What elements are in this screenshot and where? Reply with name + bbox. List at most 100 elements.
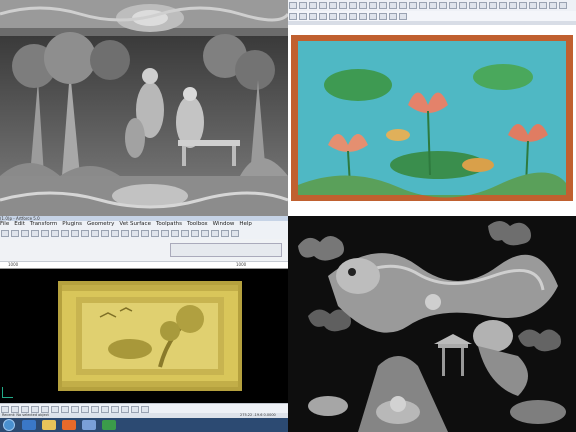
tool-icon[interactable] — [399, 2, 407, 9]
tool-icon[interactable] — [519, 2, 527, 9]
tool-icon[interactable] — [339, 2, 347, 9]
tool-icon[interactable] — [91, 230, 99, 237]
menu-window[interactable]: Window — [213, 221, 235, 227]
tool-icon[interactable] — [161, 230, 169, 237]
tool-icon[interactable] — [379, 13, 387, 20]
tool-icon[interactable] — [299, 13, 307, 20]
menu-help[interactable]: Help — [239, 221, 252, 227]
axis-indicator — [2, 387, 13, 398]
circle-icon[interactable] — [309, 2, 317, 9]
tool-icon[interactable] — [369, 13, 377, 20]
artcam-viewport[interactable] — [0, 269, 288, 403]
menu-edit[interactable]: Edit — [14, 221, 25, 227]
tool-icon[interactable] — [329, 13, 337, 20]
tool-icon[interactable] — [489, 2, 497, 9]
tool-icon[interactable] — [359, 13, 367, 20]
tool-icon[interactable] — [41, 406, 49, 413]
tool-icon[interactable] — [121, 230, 129, 237]
tool-icon[interactable] — [529, 2, 537, 9]
tool-icon[interactable] — [151, 230, 159, 237]
menu-toolpaths[interactable]: Toolpaths — [156, 221, 182, 227]
tool-icon[interactable] — [81, 406, 89, 413]
tool-icon[interactable] — [111, 406, 119, 413]
menu-transform[interactable]: Transform — [30, 221, 57, 227]
tool-icon[interactable] — [21, 406, 29, 413]
tool-icon[interactable] — [319, 13, 327, 20]
tool-icon[interactable] — [31, 406, 39, 413]
tool-icon[interactable] — [469, 2, 477, 9]
lotus-carving-window — [288, 0, 576, 216]
tool-icon[interactable] — [131, 406, 139, 413]
tool-icon[interactable] — [349, 13, 357, 20]
tool-icon[interactable] — [349, 2, 357, 9]
tool-icon[interactable] — [509, 2, 517, 9]
select-icon[interactable] — [289, 2, 297, 9]
tool-icon[interactable] — [211, 230, 219, 237]
tool-icon[interactable] — [439, 2, 447, 9]
tool-icon[interactable] — [91, 406, 99, 413]
tool-icon[interactable] — [51, 230, 59, 237]
tool-icon[interactable] — [61, 406, 69, 413]
tool-icon[interactable] — [409, 2, 417, 9]
tool-icon[interactable] — [309, 13, 317, 20]
tool-icon[interactable] — [459, 2, 467, 9]
tool-icon[interactable] — [499, 2, 507, 9]
media-icon[interactable] — [62, 420, 76, 430]
dragon-relief-image — [288, 216, 576, 432]
tool-icon[interactable] — [181, 230, 189, 237]
tool-icon[interactable] — [51, 406, 59, 413]
tool-icon[interactable] — [41, 230, 49, 237]
windows-start-icon[interactable] — [3, 419, 15, 431]
tool-icon[interactable] — [171, 230, 179, 237]
ie-icon[interactable] — [22, 420, 36, 430]
folder-icon[interactable] — [42, 420, 56, 430]
tool-icon[interactable] — [231, 230, 239, 237]
tool-icon[interactable] — [101, 230, 109, 237]
polyline-icon[interactable] — [319, 2, 327, 9]
tool-icon[interactable] — [131, 230, 139, 237]
tool-icon[interactable] — [191, 230, 199, 237]
tool-icon[interactable] — [31, 230, 39, 237]
tool-icon[interactable] — [21, 230, 29, 237]
tool-icon[interactable] — [419, 2, 427, 9]
tool-icon[interactable] — [1, 230, 9, 237]
windows-taskbar — [0, 418, 288, 432]
tool-icon[interactable] — [71, 406, 79, 413]
tool-icon[interactable] — [201, 230, 209, 237]
tool-icon[interactable] — [369, 2, 377, 9]
tool-icon[interactable] — [71, 230, 79, 237]
tool-icon[interactable] — [389, 2, 397, 9]
tool-icon[interactable] — [61, 230, 69, 237]
menu-plugins[interactable]: Plugins — [62, 221, 82, 227]
tool-icon[interactable] — [359, 2, 367, 9]
rectangle-icon[interactable] — [299, 2, 307, 9]
menu-toolbox[interactable]: Toolbox — [187, 221, 208, 227]
tool-icon[interactable] — [141, 230, 149, 237]
taskbar-app-icon[interactable] — [82, 420, 96, 430]
tool-icon[interactable] — [449, 2, 457, 9]
tool-icon[interactable] — [221, 230, 229, 237]
tool-icon[interactable] — [11, 230, 19, 237]
tool-icon[interactable] — [559, 2, 567, 9]
tool-icon[interactable] — [389, 13, 397, 20]
tool-icon[interactable] — [141, 406, 149, 413]
tool-icon[interactable] — [1, 406, 9, 413]
menu-geometry[interactable]: Geometry — [87, 221, 114, 227]
tool-icon[interactable] — [539, 2, 547, 9]
menu-vet-surface[interactable]: Vet Surface — [119, 221, 151, 227]
tool-icon[interactable] — [379, 2, 387, 9]
tool-icon[interactable] — [81, 230, 89, 237]
tool-icon[interactable] — [101, 406, 109, 413]
tool-icon[interactable] — [429, 2, 437, 9]
tool-icon[interactable] — [289, 13, 297, 20]
tool-icon[interactable] — [339, 13, 347, 20]
menu-file[interactable]: File — [0, 221, 9, 227]
artcam-icon[interactable] — [102, 420, 116, 430]
tool-icon[interactable] — [399, 13, 407, 20]
tool-icon[interactable] — [549, 2, 557, 9]
tool-icon[interactable] — [11, 406, 19, 413]
tool-icon[interactable] — [111, 230, 119, 237]
zoom-icon[interactable] — [329, 2, 337, 9]
tool-icon[interactable] — [121, 406, 129, 413]
tool-icon[interactable] — [479, 2, 487, 9]
